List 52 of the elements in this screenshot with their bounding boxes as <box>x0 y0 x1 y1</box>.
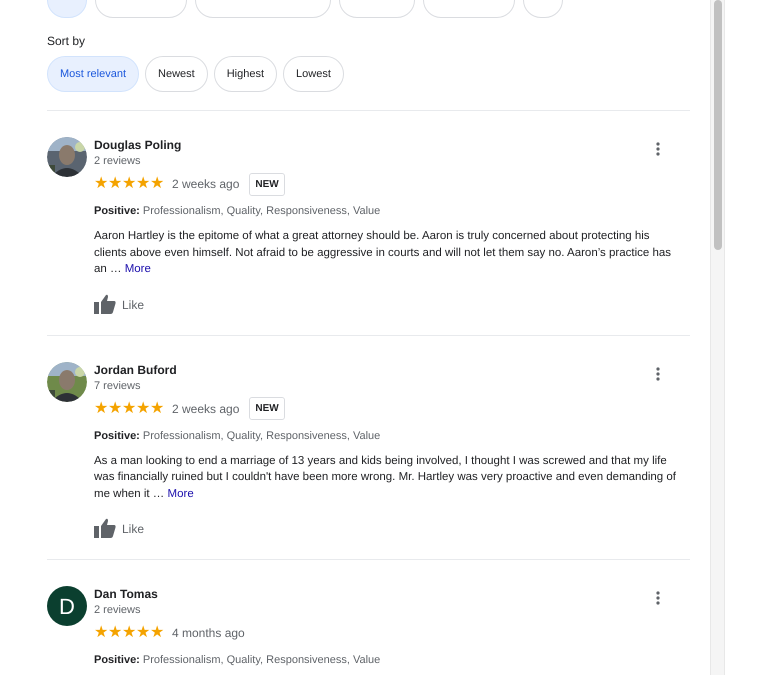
review-time: 2 weeks ago <box>172 176 240 193</box>
like-button[interactable]: Like <box>94 294 144 314</box>
star-icon: ★ <box>108 400 122 416</box>
positive-label: Positive: <box>94 204 140 219</box>
more-link[interactable]: More <box>168 488 194 500</box>
like-label: Like <box>122 296 144 314</box>
sort-chip[interactable]: Most relevant <box>47 56 140 92</box>
review-time: 2 weeks ago <box>172 400 240 418</box>
star-icon: ★ <box>136 400 150 416</box>
star-icon: ★ <box>108 176 122 192</box>
star-icon: ★ <box>94 176 108 192</box>
review-text: Aaron Hartley is the epitome of what a great attorney should be. Aaron is truly concerned about protecting his clients above even himself. Not afraid to be aggressive in courts and will not let them say no. Aaron’s practice has an … More <box>94 229 672 277</box>
more-options-icon[interactable] <box>656 591 660 605</box>
star-icon: ★ <box>122 625 136 641</box>
sort-chip[interactable]: Highest <box>214 56 278 92</box>
reviewer-name[interactable]: Douglas Poling <box>94 137 182 153</box>
review-text: As a man looking to end a marriage of 13 years and kids being involved, I thought I was screwed and that my life was financially ruined but I couldn't have been more wrong. Mr. Hartley was very proactive and even demanding of me when it … More <box>94 454 677 502</box>
thumbs-up-icon <box>94 294 116 314</box>
reviewer-name[interactable]: Jordan Buford <box>94 362 177 378</box>
positive-attributes: Professionalism, Quality, Responsiveness, Value <box>142 653 380 668</box>
star-icon: ★ <box>122 176 136 192</box>
like-button[interactable]: Like <box>94 518 144 538</box>
sort-chip[interactable]: Newest <box>145 56 208 92</box>
scrollbar-thumb[interactable] <box>714 0 722 250</box>
star-icon: ★ <box>150 625 164 641</box>
star-icon: ★ <box>122 400 136 416</box>
new-badge: NEW <box>249 397 285 420</box>
more-link[interactable]: More <box>124 263 151 275</box>
star-icon: ★ <box>150 176 164 192</box>
positive-label: Positive: <box>94 428 140 444</box>
review-time: 4 months ago <box>172 625 245 642</box>
sort-label: Sort by <box>47 33 86 50</box>
positive-attributes: Professionalism, Quality, Responsiveness, Value <box>142 428 380 444</box>
review-count: 2 reviews <box>94 603 142 618</box>
avatar: D <box>47 586 87 626</box>
review-count: 7 reviews <box>94 378 142 394</box>
new-badge: NEW <box>249 172 285 196</box>
star-icon: ★ <box>136 176 150 192</box>
more-options-icon[interactable] <box>656 366 660 380</box>
star-icon: ★ <box>136 625 150 641</box>
sort-chip[interactable]: Lowest <box>283 56 344 92</box>
review-count: 2 reviews <box>94 154 142 169</box>
positive-label: Positive: <box>94 653 140 668</box>
reviewer-name[interactable]: Dan Tomas <box>94 586 158 602</box>
star-icon: ★ <box>108 625 122 641</box>
star-icon: ★ <box>94 400 108 416</box>
like-label: Like <box>122 521 144 538</box>
star-icon: ★ <box>94 625 108 641</box>
more-options-icon[interactable] <box>656 142 660 156</box>
star-icon: ★ <box>150 400 164 416</box>
positive-attributes: Professionalism, Quality, Responsiveness, Value <box>142 204 380 219</box>
thumbs-up-icon <box>94 518 116 538</box>
